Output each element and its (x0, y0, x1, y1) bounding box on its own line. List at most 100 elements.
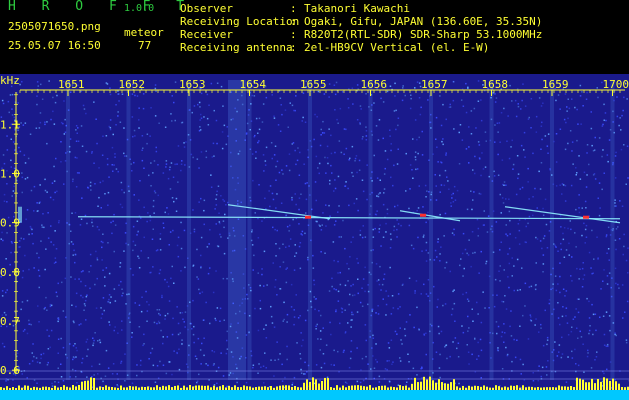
baseline-peak (300, 387, 302, 390)
noise-dot (340, 236, 342, 238)
noise-dot (376, 195, 378, 197)
noise-dot (584, 228, 587, 231)
noise-dot (331, 285, 333, 288)
noise-dot (301, 120, 303, 122)
noise-dot (323, 362, 326, 365)
noise-dot (55, 291, 58, 294)
noise-dot (385, 222, 387, 225)
noise-dot (520, 108, 522, 110)
noise-dot (121, 206, 124, 209)
noise-dot (579, 178, 582, 180)
baseline-peak (39, 387, 41, 390)
noise-dot (623, 144, 625, 146)
noise-dot (585, 236, 588, 238)
noise-dot (339, 107, 342, 110)
noise-dot (384, 368, 387, 370)
baseline-peak (357, 385, 359, 390)
noise-dot (564, 184, 567, 187)
noise-dot (294, 193, 296, 195)
noise-dot (574, 348, 576, 351)
noise-dot (400, 224, 402, 227)
baseline-peak (528, 386, 530, 390)
noise-dot (540, 327, 542, 329)
noise-dot (72, 180, 74, 183)
noise-dot (602, 315, 605, 317)
baseline-peak (108, 386, 110, 390)
noise-dot (155, 150, 158, 153)
noise-dot (153, 212, 155, 214)
noise-dot (365, 135, 368, 137)
noise-dot (453, 128, 455, 130)
noise-dot (344, 381, 347, 384)
noise-dot (294, 244, 296, 246)
noise-dot (50, 118, 52, 121)
noise-dot (344, 247, 346, 250)
noise-dot (414, 156, 417, 158)
noise-dot (494, 141, 496, 143)
noise-dot (300, 372, 303, 374)
noise-dot (472, 169, 474, 171)
info-key: Observer (180, 2, 233, 15)
noise-dot (31, 352, 33, 354)
noise-dot (356, 257, 358, 260)
noise-dot (442, 304, 444, 307)
noise-dot (180, 221, 182, 224)
baseline-fill (0, 390, 629, 400)
noise-dot (323, 132, 326, 134)
noise-dot (38, 275, 41, 277)
noise-dot (396, 333, 398, 335)
noise-dot (350, 326, 352, 328)
noise-dot (150, 271, 152, 274)
noise-dot (257, 372, 259, 374)
noise-dot (498, 270, 500, 272)
noise-dot (586, 174, 588, 176)
noise-dot (587, 349, 589, 352)
noise-dot (5, 291, 7, 294)
noise-dot (276, 294, 278, 296)
noise-dot (107, 242, 109, 244)
baseline-peak (270, 386, 272, 390)
noise-dot (134, 302, 136, 304)
noise-dot (339, 271, 341, 274)
noise-dot (562, 288, 565, 290)
baseline-peak (180, 387, 182, 390)
noise-dot (45, 248, 47, 250)
noise-dot (390, 313, 393, 315)
noise-dot (108, 272, 111, 275)
noise-dot (605, 345, 608, 347)
noise-dot (157, 164, 159, 166)
baseline-peak (150, 387, 152, 390)
noise-dot (217, 366, 220, 369)
noise-dot (271, 94, 273, 96)
noise-dot (599, 207, 601, 209)
noise-dot (222, 220, 225, 222)
noise-dot (81, 145, 84, 147)
noise-dot (91, 151, 93, 153)
noise-dot (569, 130, 572, 132)
noise-dot (606, 283, 609, 285)
noise-dot (592, 272, 594, 274)
noise-dot (75, 186, 78, 188)
noise-dot (542, 237, 545, 240)
noise-dot (572, 163, 574, 165)
noise-dot (572, 318, 575, 320)
noise-dot (333, 224, 336, 226)
noise-dot (279, 130, 282, 132)
noise-dot (170, 277, 172, 280)
noise-dot (416, 168, 419, 170)
noise-dot (315, 328, 317, 330)
noise-dot (465, 111, 468, 114)
minute-band (610, 80, 615, 380)
noise-dot (107, 191, 110, 194)
noise-dot (164, 278, 166, 281)
noise-dot (477, 100, 480, 102)
noise-dot (282, 173, 284, 175)
noise-dot (297, 317, 300, 319)
noise-dot (501, 300, 503, 303)
noise-dot (115, 124, 117, 126)
noise-dot (1, 342, 4, 345)
noise-dot (271, 322, 274, 324)
noise-dot (191, 111, 193, 114)
noise-dot (254, 307, 256, 310)
noise-dot (83, 108, 86, 110)
